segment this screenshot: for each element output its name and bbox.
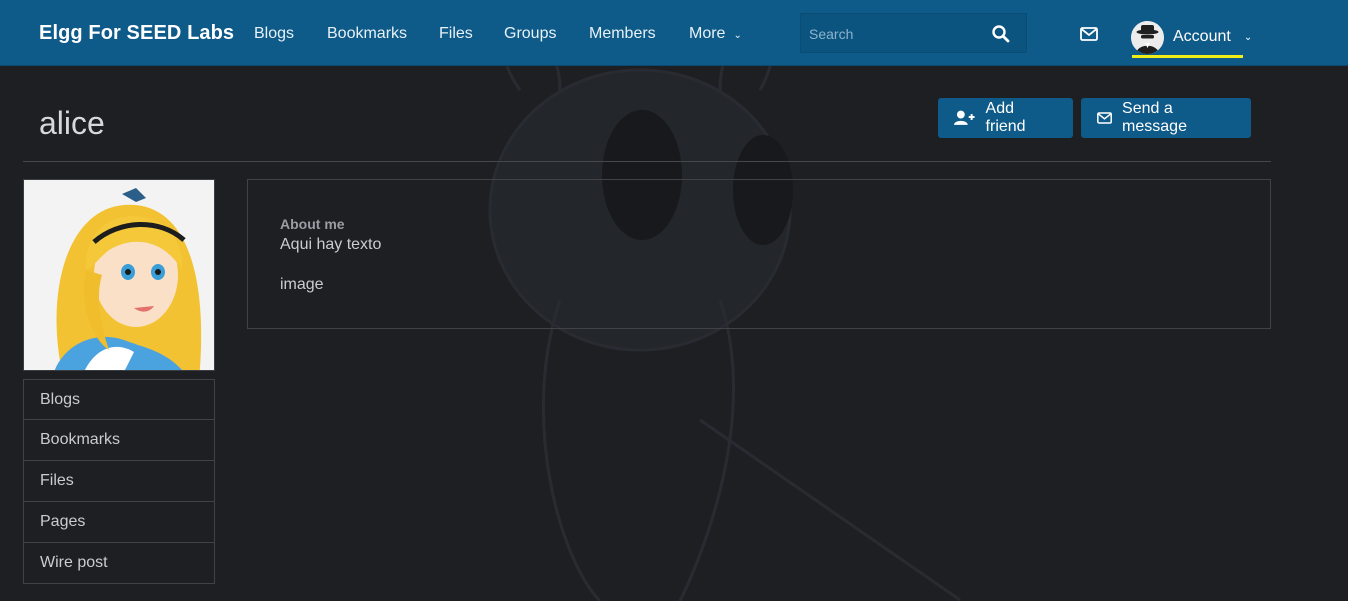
send-message-button[interactable]: Send a message <box>1081 98 1251 138</box>
profile-avatar[interactable] <box>23 179 215 371</box>
add-friend-label: Add friend <box>985 100 1026 135</box>
nav-blogs[interactable]: Blogs <box>254 25 294 43</box>
user-plus-icon <box>954 110 975 125</box>
nav-more[interactable]: More ⌄ <box>689 25 742 43</box>
search-input[interactable] <box>809 24 979 44</box>
about-me-panel: About me Aqui hay texto image <box>247 179 1271 329</box>
nav-more-label: More <box>689 25 726 42</box>
account-highlight-underline <box>1132 55 1243 58</box>
nav-members[interactable]: Members <box>589 25 656 43</box>
account-label: Account <box>1173 28 1231 45</box>
send-message-label: Send a message <box>1122 100 1187 135</box>
search-icon[interactable] <box>991 24 1011 44</box>
top-navbar: Elgg For SEED Labs Blogs Bookmarks Files… <box>0 0 1348 66</box>
site-brand[interactable]: Elgg For SEED Labs <box>39 22 234 45</box>
spy-avatar-icon <box>1131 20 1164 54</box>
about-me-label: About me <box>280 216 345 232</box>
title-divider <box>23 161 1271 162</box>
nav-groups[interactable]: Groups <box>504 25 556 43</box>
side-menu-pages[interactable]: Pages <box>23 502 215 543</box>
about-me-text: Aqui hay texto <box>280 236 382 253</box>
chevron-down-icon: ⌄ <box>733 29 742 41</box>
envelope-icon[interactable] <box>1080 26 1098 42</box>
side-menu-blogs[interactable]: Blogs <box>23 379 215 420</box>
about-me-image-text: image <box>280 276 324 293</box>
envelope-icon <box>1097 112 1112 124</box>
add-friend-button[interactable]: Add friend <box>938 98 1073 138</box>
chevron-down-icon: ⌄ <box>1243 31 1253 43</box>
side-menu-files[interactable]: Files <box>23 461 215 502</box>
profile-side-menu: Blogs Bookmarks Files Pages Wire post <box>23 379 215 584</box>
account-menu[interactable]: Account ⌄ <box>1131 17 1252 57</box>
nav-files[interactable]: Files <box>439 25 473 43</box>
page-title: alice <box>39 105 105 141</box>
side-menu-bookmarks[interactable]: Bookmarks <box>23 420 215 461</box>
side-menu-wire-post[interactable]: Wire post <box>23 543 215 584</box>
nav-bookmarks[interactable]: Bookmarks <box>327 25 407 43</box>
